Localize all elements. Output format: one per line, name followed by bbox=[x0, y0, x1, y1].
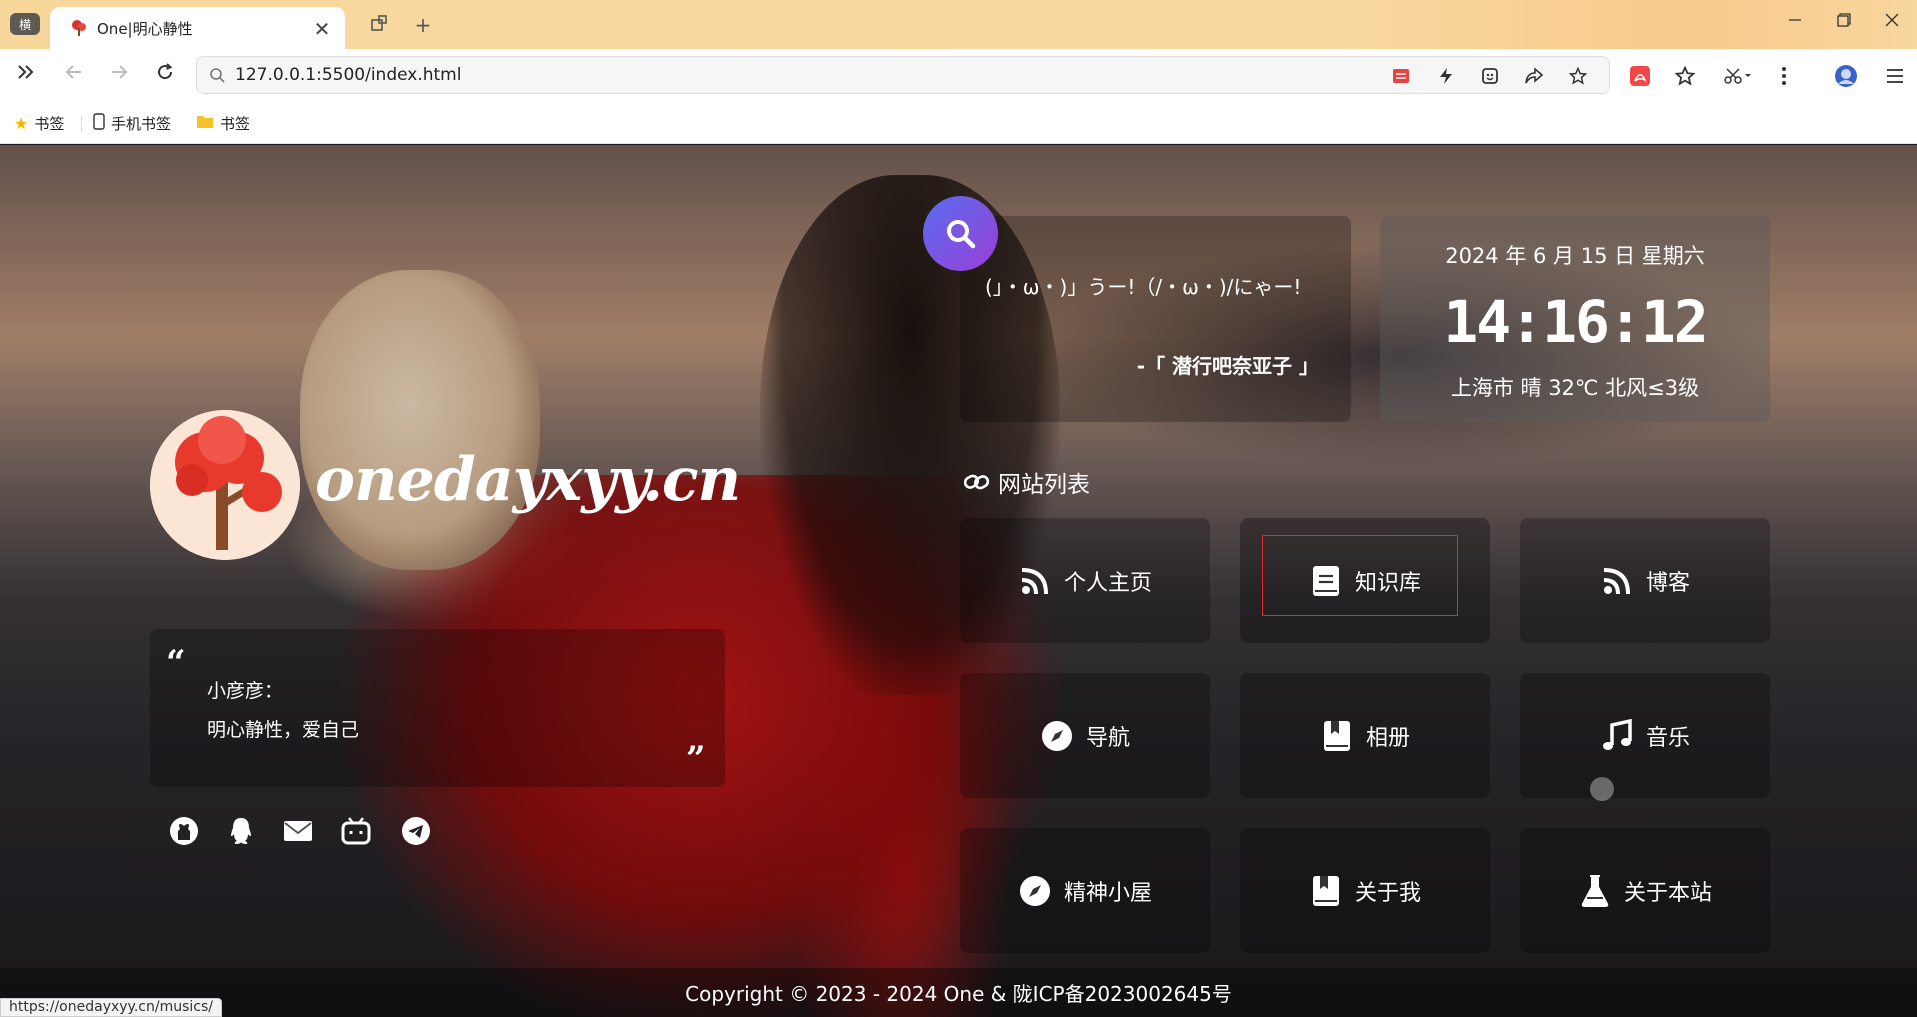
url-text[interactable]: 127.0.0.1:5500/index.html bbox=[235, 65, 461, 85]
clock-text: 14:16:12 bbox=[1443, 288, 1708, 356]
footer: Copyright © 2023 - 2024 One & 陇ICP备20230… bbox=[0, 968, 1917, 1017]
date-text: 2024 年 6 月 15 日 星期六 bbox=[1445, 244, 1705, 268]
music-icon bbox=[1600, 718, 1634, 753]
site-list-label: 网站列表 bbox=[998, 472, 1090, 498]
minimize-icon[interactable] bbox=[1781, 11, 1809, 32]
compass-icon bbox=[1040, 719, 1074, 753]
quote-author: 小彦彦： bbox=[207, 680, 284, 702]
extension-icon[interactable] bbox=[1478, 65, 1502, 87]
link-icon bbox=[964, 474, 990, 490]
translate-icon[interactable] bbox=[1390, 65, 1414, 87]
search-icon bbox=[946, 219, 975, 248]
phone-icon bbox=[93, 113, 105, 134]
site-card-label: 精神小屋 bbox=[1063, 880, 1152, 906]
bookmark-divider bbox=[81, 115, 82, 133]
reload-icon[interactable] bbox=[151, 62, 179, 88]
site-logo[interactable]: onedayxyy.cn bbox=[315, 445, 741, 515]
navigation-bar: 127.0.0.1:5500/index.html bbox=[0, 49, 1917, 102]
favorites-star-icon[interactable] bbox=[1672, 64, 1698, 88]
search-icon bbox=[210, 68, 225, 83]
hitokoto-card[interactable]: (」・ω・)」うー!（/・ω・)/にゃー! -「 潜行吧奈亚子 」 bbox=[960, 216, 1351, 422]
copyright-text: Copyright © 2023 - 2024 One & 陇ICP备20230… bbox=[685, 982, 1232, 1006]
rss-icon bbox=[1018, 564, 1052, 598]
mail-icon[interactable] bbox=[282, 815, 314, 847]
flask-icon bbox=[1578, 874, 1612, 908]
scissors-icon[interactable] bbox=[1720, 64, 1756, 88]
telegram-icon[interactable] bbox=[400, 815, 432, 847]
tab-group-pill[interactable]: 横 bbox=[10, 13, 40, 35]
quote-text: 明心静性，爱自己 bbox=[207, 719, 360, 741]
book-icon bbox=[1309, 874, 1343, 908]
site-card-label: 关于我 bbox=[1354, 880, 1421, 906]
site-card-label: 相册 bbox=[1365, 725, 1410, 751]
compass-icon bbox=[1018, 874, 1052, 908]
avatar[interactable] bbox=[150, 410, 300, 560]
user-avatar-icon[interactable] bbox=[1833, 64, 1859, 88]
bookmark-label: 书签 bbox=[34, 115, 65, 133]
bookmark-label: 书签 bbox=[220, 115, 251, 133]
album-icon bbox=[1320, 719, 1354, 753]
weather-text: 上海市 晴 32℃ 北风≤3级 bbox=[1450, 376, 1700, 400]
tab-close-button[interactable]: ✕ bbox=[311, 17, 333, 41]
qq-icon[interactable] bbox=[225, 815, 257, 847]
cursor-indicator bbox=[1590, 777, 1614, 801]
window-close-icon[interactable] bbox=[1878, 11, 1906, 32]
site-card-label: 博客 bbox=[1645, 570, 1690, 596]
tree-favicon-icon bbox=[72, 20, 86, 36]
github-icon[interactable] bbox=[168, 815, 200, 847]
close-quote-icon: ” bbox=[686, 739, 706, 779]
share-icon[interactable] bbox=[1522, 65, 1546, 87]
site-list-title: 网站列表 bbox=[964, 465, 1090, 499]
tree-avatar-icon bbox=[150, 410, 300, 560]
site-card-label: 关于本站 bbox=[1623, 880, 1712, 906]
site-card-homepage[interactable]: 个人主页 bbox=[960, 518, 1210, 643]
sidebar-toggle-icon[interactable] bbox=[11, 62, 39, 89]
site-card-album[interactable]: 相册 bbox=[1240, 673, 1490, 798]
rss-icon bbox=[1600, 564, 1634, 598]
tab-title: One|明心静性 bbox=[97, 19, 193, 38]
hitokoto-text: (」・ω・)」うー!（/・ω・)/にゃー! bbox=[985, 275, 1302, 299]
star-outline-icon[interactable] bbox=[1566, 65, 1590, 87]
site-card-label: 个人主页 bbox=[1063, 570, 1152, 596]
bookmark-item[interactable]: 手机书签 bbox=[93, 113, 171, 134]
folder-icon bbox=[196, 114, 214, 133]
tab-actions-icon[interactable] bbox=[367, 13, 391, 37]
open-quote-icon: “ bbox=[166, 643, 186, 683]
status-bar-url: https://onedayxyy.cn/musics/ bbox=[0, 998, 222, 1017]
site-card-music[interactable]: 音乐 bbox=[1520, 673, 1770, 798]
restore-icon[interactable] bbox=[1830, 11, 1858, 32]
site-card-label: 音乐 bbox=[1645, 725, 1690, 751]
bookmark-label: 手机书签 bbox=[111, 115, 172, 133]
more-vertical-icon[interactable] bbox=[1771, 64, 1797, 88]
new-tab-button[interactable]: + bbox=[411, 13, 435, 37]
pdf-icon[interactable] bbox=[1627, 64, 1653, 88]
site-card-spirit-cabin[interactable]: 精神小屋 bbox=[960, 828, 1210, 953]
back-arrow-icon[interactable] bbox=[60, 62, 88, 88]
site-card-label: 导航 bbox=[1085, 725, 1130, 751]
site-card-blog[interactable]: 博客 bbox=[1520, 518, 1770, 643]
bookmarks-bar: ★ 书签 手机书签 书签 bbox=[0, 102, 1917, 144]
address-bar[interactable]: 127.0.0.1:5500/index.html bbox=[196, 56, 1610, 94]
site-card-about-me[interactable]: 关于我 bbox=[1240, 828, 1490, 953]
bilibili-icon[interactable] bbox=[340, 815, 372, 847]
bookmark-item[interactable]: ★ 书签 bbox=[14, 113, 64, 134]
time-weather-card: 2024 年 6 月 15 日 星期六 14:16:12 上海市 晴 32℃ 北… bbox=[1380, 216, 1770, 422]
site-card-about-site[interactable]: 关于本站 bbox=[1520, 828, 1770, 953]
tab-bar: 横 One|明心静性 ✕ + bbox=[0, 0, 1917, 49]
forward-arrow-icon[interactable] bbox=[105, 62, 133, 88]
site-card-knowledge-base[interactable]: 知识库 bbox=[1240, 518, 1490, 643]
bookmark-item[interactable]: 书签 bbox=[196, 113, 250, 134]
background-photo-lantern bbox=[300, 270, 540, 570]
search-button[interactable] bbox=[923, 196, 998, 271]
hitokoto-source: -「 潜行吧奈亚子 」 bbox=[1136, 354, 1319, 378]
quote-card: “ 小彦彦： 明心静性，爱自己 ” bbox=[150, 629, 725, 787]
site-card-navigation[interactable]: 导航 bbox=[960, 673, 1210, 798]
book-icon bbox=[1309, 564, 1343, 598]
active-tab[interactable]: One|明心静性 ✕ bbox=[50, 7, 345, 49]
menu-icon[interactable] bbox=[1882, 64, 1908, 88]
lightning-icon[interactable] bbox=[1434, 65, 1458, 87]
site-card-label: 知识库 bbox=[1354, 570, 1421, 596]
homepage: onedayxyy.cn “ 小彦彦： 明心静性，爱自己 ” (」・ω・)」うー… bbox=[0, 145, 1917, 1017]
star-icon: ★ bbox=[14, 114, 29, 133]
